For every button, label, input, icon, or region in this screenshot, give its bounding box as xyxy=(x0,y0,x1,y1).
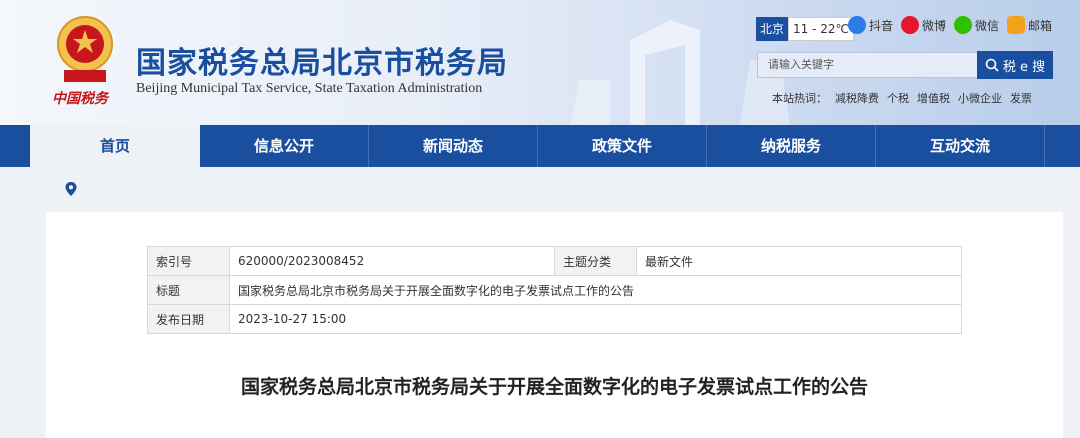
emblem-label: 中国税务 xyxy=(52,91,108,107)
nav-item-info-disclosure[interactable]: 信息公开 xyxy=(200,125,369,167)
weather-city: 北京 xyxy=(756,17,789,41)
category-label: 主题分类 xyxy=(554,246,637,276)
social-label: 微博 xyxy=(922,18,947,33)
nav-item-tax-service[interactable]: 纳税服务 xyxy=(707,125,876,167)
weather-temperature: 11 - 22℃ xyxy=(788,17,854,41)
index-value: 620000/2023008452 xyxy=(229,246,555,276)
douyin-icon xyxy=(848,16,866,34)
index-label: 索引号 xyxy=(147,246,230,276)
content-panel: 索引号 620000/2023008452 主题分类 最新文件 标题 国家税务总… xyxy=(46,212,1063,438)
site-title[interactable]: 国家税务总局北京市税务局 xyxy=(136,38,508,82)
hot-words-label: 本站热词： xyxy=(772,92,827,105)
search-input[interactable]: 请输入关键字 xyxy=(757,52,977,78)
hot-word-link[interactable]: 发票 xyxy=(1010,90,1032,106)
table-row: 索引号 620000/2023008452 主题分类 最新文件 xyxy=(147,246,962,276)
weibo-icon xyxy=(901,16,920,34)
mail-icon xyxy=(1007,16,1026,34)
site-subtitle: Beijing Municipal Tax Service, State Tax… xyxy=(136,81,483,96)
nav-item-policy[interactable]: 政策文件 xyxy=(538,125,707,167)
category-value: 最新文件 xyxy=(636,246,962,276)
social-label: 微信 xyxy=(975,18,1000,33)
hot-words: 本站热词： 减税降费 个税 增值税 小微企业 发票 xyxy=(772,90,1032,106)
hot-word-link[interactable]: 小微企业 xyxy=(958,90,1002,106)
social-label: 抖音 xyxy=(869,18,894,33)
hot-word-link[interactable]: 增值税 xyxy=(917,90,950,106)
date-value: 2023-10-27 15:00 xyxy=(229,304,962,334)
nav-item-home[interactable]: 首页 xyxy=(30,125,200,167)
search-button-label: 税 e 搜 xyxy=(1002,59,1046,75)
social-links: 抖音 微博 微信 邮箱 xyxy=(848,16,1052,34)
nav-item-news[interactable]: 新闻动态 xyxy=(369,125,538,167)
table-row: 标题 国家税务总局北京市税务局关于开展全面数字化的电子发票试点工作的公告 xyxy=(147,275,962,305)
search-button[interactable]: 税 e 搜 xyxy=(977,51,1053,79)
location-pin-icon xyxy=(65,182,77,196)
social-label: 邮箱 xyxy=(1028,18,1053,33)
document-meta-table: 索引号 620000/2023008452 主题分类 最新文件 标题 国家税务总… xyxy=(147,246,962,334)
document-title: 国家税务总局北京市税务局关于开展全面数字化的电子发票试点工作的公告 xyxy=(240,376,868,398)
site-header: 中国税务 国家税务总局北京市税务局 Beijing Municipal Tax … xyxy=(0,0,1080,125)
search-icon xyxy=(985,58,999,72)
social-link-weibo[interactable]: 微博 xyxy=(901,16,946,34)
title-value: 国家税务总局北京市税务局关于开展全面数字化的电子发票试点工作的公告 xyxy=(229,275,962,305)
main-nav: 首页 信息公开 新闻动态 政策文件 纳税服务 互动交流 xyxy=(0,125,1080,167)
date-label: 发布日期 xyxy=(147,304,230,334)
wechat-icon xyxy=(954,16,973,34)
table-row: 发布日期 2023-10-27 15:00 xyxy=(147,304,962,334)
title-label: 标题 xyxy=(147,275,230,305)
social-link-wechat[interactable]: 微信 xyxy=(954,16,999,34)
weather-widget: 北京 11 - 22℃ xyxy=(756,17,854,41)
hot-word-link[interactable]: 个税 xyxy=(887,90,909,106)
nav-item-interaction[interactable]: 互动交流 xyxy=(876,125,1045,167)
social-link-mail[interactable]: 邮箱 xyxy=(1007,16,1052,34)
hot-word-link[interactable]: 减税降费 xyxy=(835,90,879,106)
social-link-douyin[interactable]: 抖音 xyxy=(848,16,893,34)
tax-emblem-icon xyxy=(57,16,113,82)
